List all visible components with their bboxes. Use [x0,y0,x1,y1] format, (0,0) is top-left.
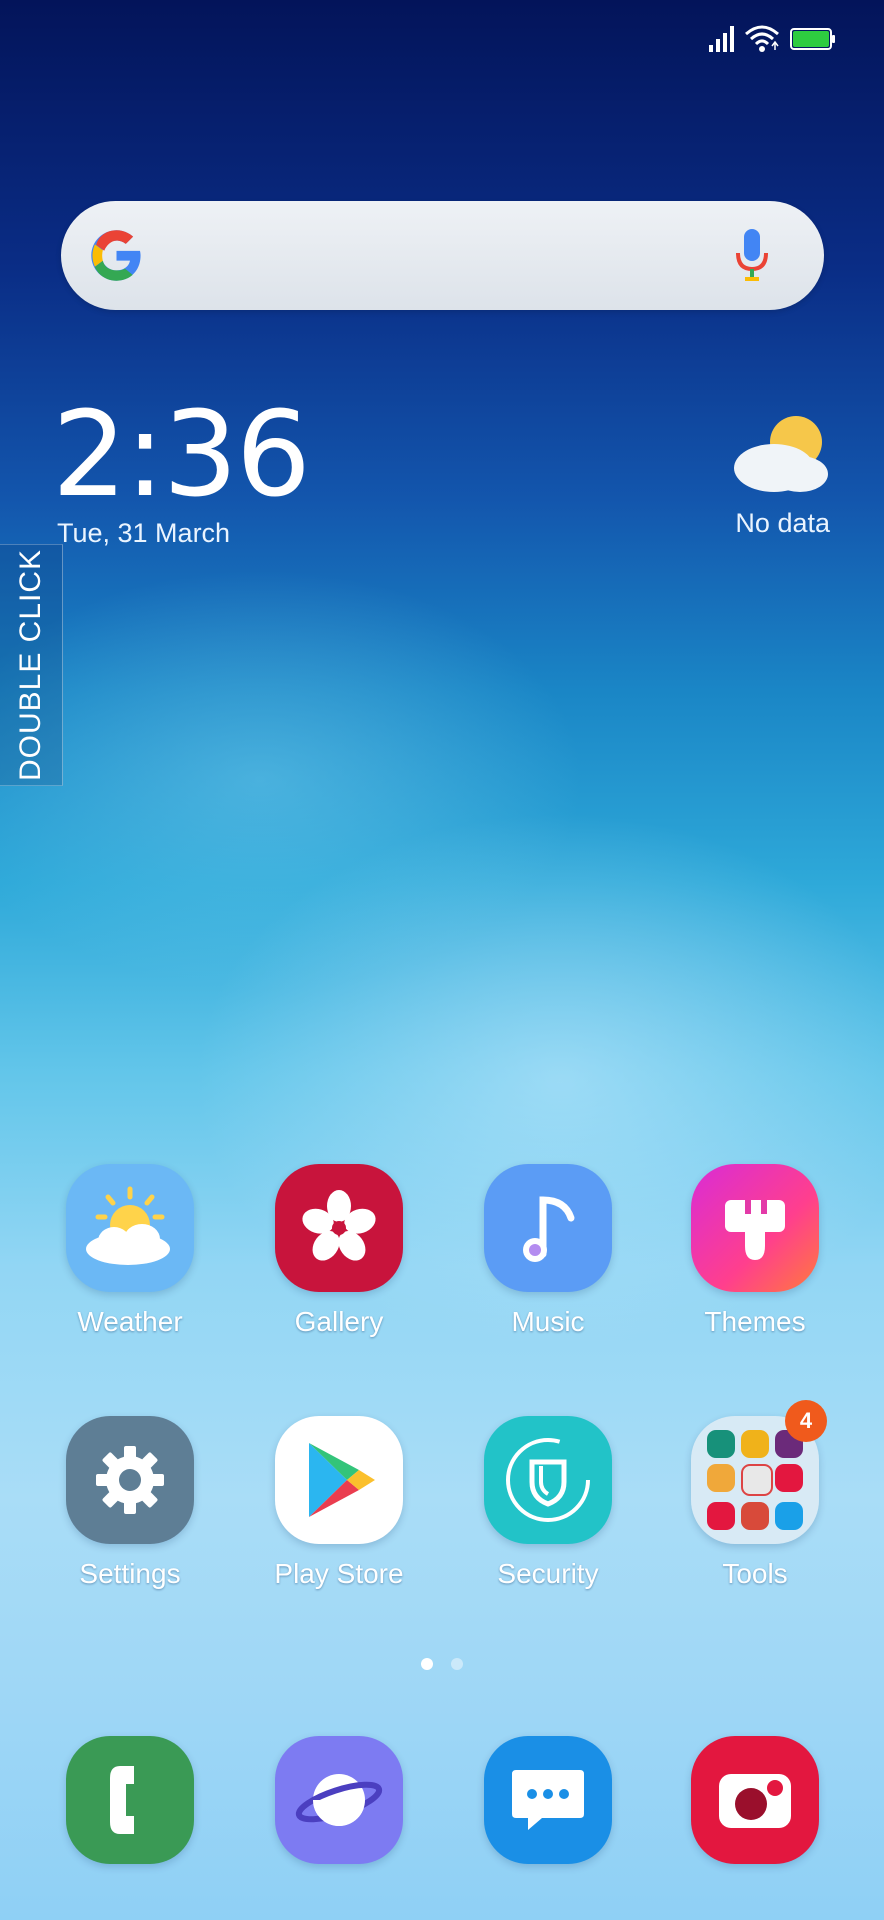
app-label: Themes [704,1306,806,1337]
partly-cloudy-icon [734,416,828,492]
app-music[interactable]: Music [463,1164,633,1338]
mic-icon[interactable] [732,227,772,285]
signal-icon [709,26,734,52]
battery-icon [790,28,835,50]
search-input[interactable] [171,231,695,283]
play-store-icon [275,1416,403,1544]
app-settings[interactable]: Settings [45,1416,215,1590]
dock-messages[interactable] [463,1736,633,1864]
dock-phone[interactable] [45,1736,215,1864]
app-label: Music [511,1306,585,1337]
weather-icon [66,1164,194,1292]
app-security[interactable]: Security [463,1416,633,1590]
status-bar [708,24,836,54]
app-label: Play Store [274,1558,404,1589]
paintbrush-icon [691,1164,819,1292]
notification-badge: 4 [785,1400,827,1442]
app-tools-folder[interactable]: 4 Tools [670,1400,840,1590]
google-search-bar[interactable] [61,201,824,310]
camera-icon [691,1736,819,1864]
internet-icon [275,1736,403,1864]
dock-browser[interactable] [254,1736,424,1864]
wifi-icon [745,25,779,52]
weather-widget[interactable]: No data [690,412,830,539]
app-gallery[interactable]: Gallery [254,1164,424,1338]
clock-time[interactable]: 2:36 [52,395,311,513]
weather-status: No data [735,508,830,538]
dock-camera[interactable] [670,1736,840,1864]
page-indicator [0,1658,884,1670]
app-play-store[interactable]: Play Store [254,1416,424,1590]
double-click-label: DOUBLE CLICK [14,548,47,782]
app-label: Settings [79,1558,181,1589]
double-click-tab[interactable]: DOUBLE CLICK [0,544,63,786]
clock-date: Tue, 31 March [57,518,231,548]
folder-preview [707,1430,803,1530]
app-themes[interactable]: Themes [670,1164,840,1338]
app-weather[interactable]: Weather [45,1164,215,1338]
app-label: Weather [77,1306,183,1337]
gear-icon [66,1416,194,1544]
phone-icon [66,1736,194,1864]
google-logo [91,230,141,281]
folder-icon: 4 [691,1400,827,1544]
app-label: Gallery [294,1306,384,1337]
page-dot[interactable] [421,1658,433,1670]
app-label: Security [497,1558,599,1589]
page-dot[interactable] [451,1658,463,1670]
shield-icon [484,1416,612,1544]
music-note-icon [484,1164,612,1292]
flower-icon [275,1164,403,1292]
app-label: Tools [722,1558,788,1589]
message-icon [484,1736,612,1864]
